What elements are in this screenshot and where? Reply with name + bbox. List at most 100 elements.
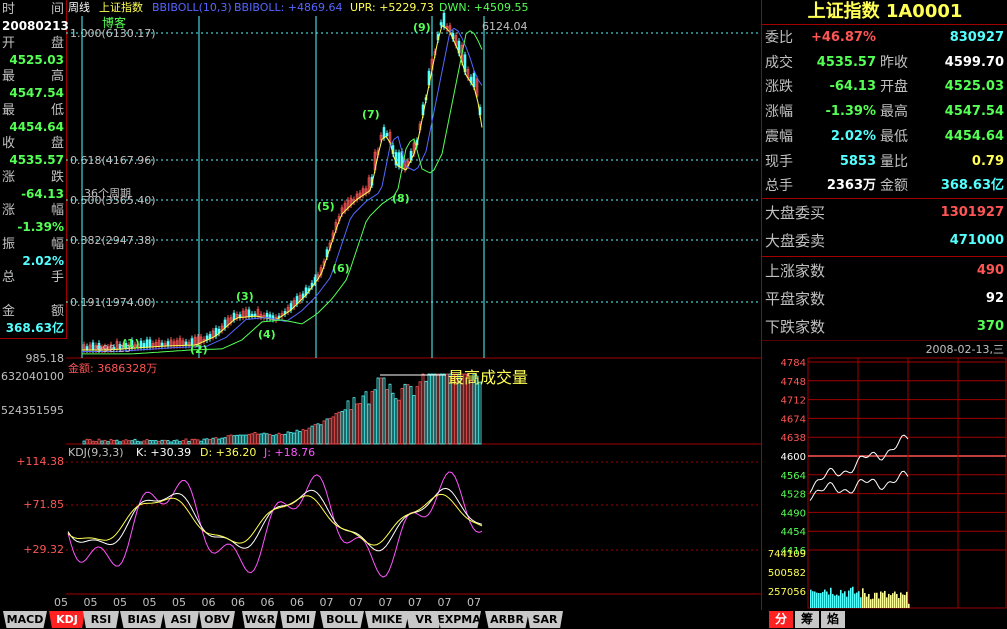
volume-bar <box>424 380 428 445</box>
indicator-tab-bias[interactable]: BIAS <box>120 611 164 628</box>
right-panel-tab[interactable]: 焰 <box>821 611 845 628</box>
intraday-volume-bar <box>862 588 864 608</box>
candle-body <box>439 22 443 26</box>
indicator-tab-asi[interactable]: ASI <box>163 611 199 628</box>
intraday-volume-bar <box>846 596 848 608</box>
indicator-tab-arbr[interactable]: ARBR <box>485 611 529 628</box>
volume-bar <box>346 400 350 445</box>
right-panel-tab[interactable]: 分 <box>769 611 793 628</box>
intraday-volume-bar <box>876 592 878 608</box>
intraday-volume-label: 257056 <box>768 587 806 598</box>
order-row: 大盘委卖 471000 <box>762 229 1007 253</box>
indicator-tab-dmi[interactable]: DMI <box>280 611 316 628</box>
intraday-price-label: 4674 <box>781 414 806 425</box>
indicator-tab-kdj[interactable]: KDJ <box>49 611 85 628</box>
right-panel-tab[interactable]: 筹 <box>795 611 819 628</box>
dwn-value-label: DWN: +4509.55 <box>439 1 528 14</box>
volume-bar <box>223 437 227 445</box>
intraday-volume-bar <box>812 591 814 608</box>
intraday-volume-bar <box>880 591 882 608</box>
time-axis-label: 05 <box>54 596 68 609</box>
order-value: 1301927 <box>940 205 1004 220</box>
breadth-label: 平盘家数 <box>765 290 826 308</box>
volume-bar <box>400 387 404 445</box>
intraday-volume-bar <box>874 592 876 608</box>
index-name-label: 上证指数 <box>99 0 143 14</box>
main-chart-svg[interactable]: 周线 上证指数 BBIBOLL(10,3) BBIBOLL: +4869.64 … <box>66 0 761 610</box>
volume-bar <box>469 380 473 445</box>
time-axis-label: 05 <box>83 596 98 609</box>
wave-label: (5) <box>317 200 335 213</box>
volume-bar <box>244 434 248 445</box>
intraday-volume-bar <box>898 598 900 608</box>
volume-bar <box>88 439 92 445</box>
breadth-value: 370 <box>976 319 1004 334</box>
quote-value: -64.13 <box>829 79 876 95</box>
volume-bar <box>340 410 344 445</box>
volume-bar <box>163 439 167 445</box>
kdj-axis-label: +29.32 <box>23 543 64 556</box>
candle-body <box>442 12 446 28</box>
indicator-tab-mike[interactable]: MIKE <box>365 611 409 628</box>
quote-value: 2.02% <box>830 128 876 144</box>
kdj-axis-label: +114.38 <box>16 455 64 468</box>
intraday-volume-bar <box>830 587 832 608</box>
intraday-volume-bar <box>824 589 826 608</box>
intraday-volume-bar <box>906 591 908 608</box>
breadth-row: 平盘家数 92 <box>762 287 1007 311</box>
breadth-label: 下跌家数 <box>765 318 826 336</box>
volume-bar <box>172 440 176 445</box>
time-axis-label: 07 <box>349 596 363 609</box>
indicator-tab-vr[interactable]: VR <box>406 611 442 628</box>
time-axis-label: 07 <box>378 596 393 609</box>
intraday-svg[interactable]: 2008-02-13,三 4784 4748 4712 4674 4638 4600 4564… <box>762 339 1007 610</box>
candle-body <box>142 343 146 348</box>
intraday-chart[interactable]: 2008-02-13,三 4784 4748 4712 4674 4638 4600 4564… <box>762 339 1007 610</box>
indicator-tab-sar[interactable]: SAR <box>527 611 563 628</box>
indicator-tab-obv[interactable]: OBV <box>199 611 235 628</box>
quote-label: 现手 <box>765 153 793 170</box>
breadth-row: 下跌家数 370 <box>762 315 1007 339</box>
intraday-volume-bar <box>856 592 858 608</box>
indicator-tab-expma[interactable]: EXPMA <box>437 611 481 628</box>
volume-bar <box>433 373 437 445</box>
indicator-tab-rsi[interactable]: RSI <box>83 611 119 628</box>
kdj-grid <box>66 461 761 551</box>
intraday-volume-bar <box>884 590 886 608</box>
boll-value-label: BBIBOLL: +4869.64 <box>234 1 343 14</box>
candle-body <box>385 133 389 137</box>
intraday-volume-bar <box>882 592 884 608</box>
candle-body <box>382 127 386 139</box>
volume-bar <box>352 397 356 445</box>
volume-bar <box>202 438 206 445</box>
volume-bar <box>175 439 179 445</box>
quote-value: 368.63亿 <box>940 178 1004 194</box>
volume-bar <box>109 439 113 445</box>
indicator-tab-wr[interactable]: W&R <box>242 611 278 628</box>
intraday-volume-bar <box>864 593 866 608</box>
time-axis-label: 06 <box>201 596 216 609</box>
volume-bar <box>430 373 434 445</box>
intraday-volume-bar <box>826 591 828 608</box>
intraday-volume-bar <box>878 598 880 608</box>
volume-bar <box>379 377 383 445</box>
volume-bar <box>97 438 101 445</box>
indicator-tab-macd[interactable]: MACD <box>3 611 47 628</box>
quote-value: 2363万 <box>826 178 876 194</box>
indicator-tab-boll[interactable]: BOLL <box>320 611 364 628</box>
volume-bars <box>82 373 482 445</box>
intraday-volume-bar <box>814 591 816 608</box>
volume-bar <box>193 438 197 445</box>
volume-bar <box>259 433 263 445</box>
intraday-volume-bar <box>902 594 904 608</box>
volume-bar <box>301 429 305 445</box>
volume-bar <box>364 391 368 445</box>
volume-bar <box>385 389 389 445</box>
volume-bar <box>115 439 119 445</box>
intraday-volume-bar <box>886 597 888 608</box>
quote-value: 5853 <box>839 153 876 169</box>
main-chart-area[interactable]: 周线 上证指数 BBIBOLL(10,3) BBIBOLL: +4869.64 … <box>66 0 761 610</box>
volume-bar <box>145 439 149 445</box>
price-axis-bottom-label: 985.18 <box>25 352 65 365</box>
quote-row: 涨幅 -1.39% 最高 4547.54 <box>762 100 1007 124</box>
